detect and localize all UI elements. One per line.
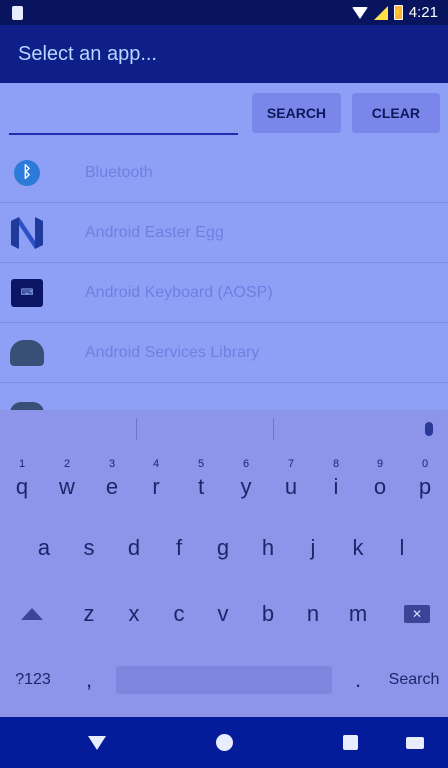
list-item[interactable] xyxy=(0,383,448,413)
search-input[interactable] xyxy=(9,99,239,135)
spacebar[interactable] xyxy=(116,666,332,694)
comma-key[interactable]: , xyxy=(67,648,111,712)
list-item[interactable]: ᛒ Bluetooth xyxy=(0,143,448,203)
clear-button[interactable]: CLEAR xyxy=(351,93,440,133)
soft-keyboard: 1q 2w 3e 4r 5t 6y 7u 8i 9o 0p a s d f g … xyxy=(0,410,448,717)
wifi-icon xyxy=(351,6,368,19)
status-time: 4:21 xyxy=(408,4,438,21)
key-q[interactable]: 1q xyxy=(0,450,44,514)
key-t[interactable]: 5t xyxy=(179,450,223,514)
key-p[interactable]: 0p xyxy=(403,450,447,514)
list-item[interactable]: Android Services Library xyxy=(0,323,448,383)
back-icon xyxy=(88,735,106,750)
key-e[interactable]: 3e xyxy=(90,450,134,514)
suggestion-slot[interactable] xyxy=(274,410,410,448)
suggestion-slot[interactable] xyxy=(0,410,136,448)
keyboard-switch-icon xyxy=(406,736,424,749)
key-u[interactable]: 7u xyxy=(269,450,313,514)
search-button[interactable]: SEARCH xyxy=(252,93,341,133)
page-title: Select an app... xyxy=(18,42,157,65)
navigation-bar xyxy=(0,717,448,768)
shift-icon xyxy=(21,608,43,620)
recents-icon xyxy=(342,735,358,750)
key-d[interactable]: d xyxy=(112,516,156,580)
key-s[interactable]: s xyxy=(67,516,111,580)
search-row: SEARCH CLEAR xyxy=(0,83,448,143)
suggestion-slot[interactable] xyxy=(137,410,273,448)
keyboard-icon: ⌨ xyxy=(9,275,45,311)
key-z[interactable]: z xyxy=(67,582,111,646)
android-icon xyxy=(9,383,45,413)
key-f[interactable]: f xyxy=(157,516,201,580)
home-button[interactable] xyxy=(194,717,254,768)
key-n[interactable]: n xyxy=(291,582,335,646)
list-item[interactable]: Android Easter Egg xyxy=(0,203,448,263)
app-label: Android Services Library xyxy=(85,343,260,361)
key-h[interactable]: h xyxy=(246,516,290,580)
key-v[interactable]: v xyxy=(201,582,245,646)
key-m[interactable]: m xyxy=(336,582,380,646)
key-b[interactable]: b xyxy=(246,582,290,646)
shift-key[interactable] xyxy=(10,582,54,646)
home-icon xyxy=(215,734,233,751)
search-action-key[interactable]: Search xyxy=(384,648,444,712)
mic-icon[interactable] xyxy=(410,410,448,448)
backspace-key[interactable]: ✕ xyxy=(394,582,440,646)
key-k[interactable]: k xyxy=(336,516,380,580)
sim-card-icon xyxy=(12,5,23,20)
key-i[interactable]: 8i xyxy=(314,450,358,514)
key-y[interactable]: 6y xyxy=(224,450,268,514)
app-label: Bluetooth xyxy=(85,163,153,181)
back-button[interactable] xyxy=(67,717,127,768)
backspace-icon: ✕ xyxy=(404,605,430,623)
suggestion-strip xyxy=(0,410,448,448)
list-item[interactable]: ⌨ Android Keyboard (AOSP) xyxy=(0,263,448,323)
nougat-icon xyxy=(9,215,45,251)
key-row-4: ?123 , . Search xyxy=(0,648,448,712)
key-a[interactable]: a xyxy=(22,516,66,580)
key-o[interactable]: 9o xyxy=(358,450,402,514)
key-w[interactable]: 2w xyxy=(45,450,89,514)
key-row-1: 1q 2w 3e 4r 5t 6y 7u 8i 9o 0p xyxy=(0,450,448,514)
cell-signal-icon xyxy=(373,5,388,20)
symbols-key[interactable]: ?123 xyxy=(6,648,60,712)
key-r[interactable]: 4r xyxy=(134,450,178,514)
status-bar: ⚡ 4:21 xyxy=(0,0,448,25)
keyboard-switch-button[interactable] xyxy=(385,717,445,768)
app-label: Android Easter Egg xyxy=(85,223,224,241)
key-g[interactable]: g xyxy=(201,516,245,580)
key-l[interactable]: l xyxy=(380,516,424,580)
key-x[interactable]: x xyxy=(112,582,156,646)
period-key[interactable]: . xyxy=(336,648,380,712)
content-area: SEARCH CLEAR ᛒ Bluetooth Android Easter … xyxy=(0,83,448,413)
key-c[interactable]: c xyxy=(157,582,201,646)
app-list: ᛒ Bluetooth Android Easter Egg ⌨ Android… xyxy=(0,143,448,413)
battery-charging-icon: ⚡ xyxy=(393,5,404,20)
key-row-2: a s d f g h j k l xyxy=(0,516,448,580)
android-icon xyxy=(9,335,45,371)
bluetooth-icon: ᛒ xyxy=(9,155,45,191)
app-label: Android Keyboard (AOSP) xyxy=(85,283,273,301)
recents-button[interactable] xyxy=(320,717,380,768)
key-row-3: z x c v b n m ✕ xyxy=(0,582,448,646)
key-j[interactable]: j xyxy=(291,516,335,580)
app-bar: Select an app... xyxy=(0,25,448,83)
